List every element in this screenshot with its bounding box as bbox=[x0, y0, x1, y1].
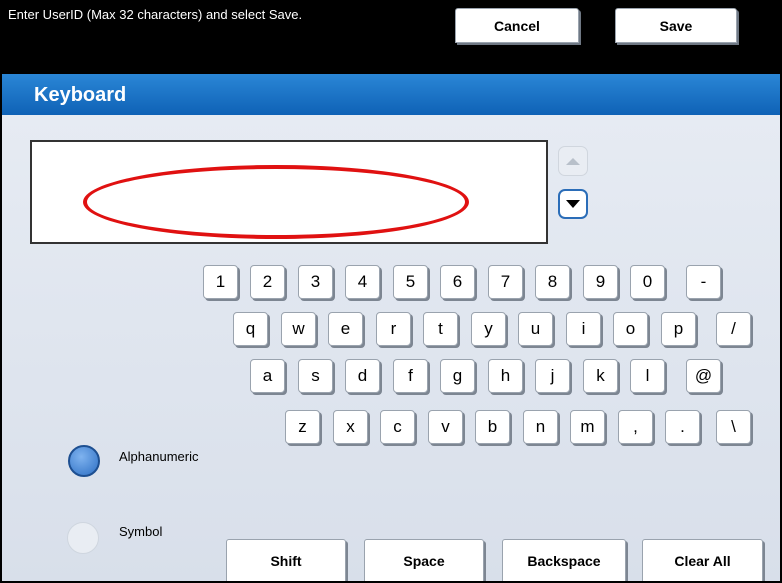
key-p[interactable]: p bbox=[661, 312, 696, 346]
key-j[interactable]: j bbox=[535, 359, 570, 393]
key-c[interactable]: c bbox=[380, 410, 415, 444]
key-l[interactable]: l bbox=[630, 359, 665, 393]
key-1[interactable]: 1 bbox=[203, 265, 238, 299]
key-s[interactable]: s bbox=[298, 359, 333, 393]
key-g[interactable]: g bbox=[440, 359, 475, 393]
key-4[interactable]: 4 bbox=[345, 265, 380, 299]
clear-all-button[interactable]: Clear All bbox=[642, 539, 763, 581]
backspace-button[interactable]: Backspace bbox=[502, 539, 626, 581]
key-slash[interactable]: / bbox=[716, 312, 751, 346]
red-highlight-ellipse bbox=[83, 165, 469, 239]
key-9[interactable]: 9 bbox=[583, 265, 618, 299]
key-r[interactable]: r bbox=[376, 312, 411, 346]
space-button[interactable]: Space bbox=[364, 539, 484, 581]
key-2[interactable]: 2 bbox=[250, 265, 285, 299]
key-7[interactable]: 7 bbox=[488, 265, 523, 299]
scroll-up-button[interactable] bbox=[558, 146, 588, 176]
key-u[interactable]: u bbox=[518, 312, 553, 346]
key-at[interactable]: @ bbox=[686, 359, 721, 393]
key-6[interactable]: 6 bbox=[440, 265, 475, 299]
key-i[interactable]: i bbox=[566, 312, 601, 346]
alphanumeric-radio[interactable] bbox=[68, 445, 100, 477]
key-backslash[interactable]: \ bbox=[716, 410, 751, 444]
key-x[interactable]: x bbox=[333, 410, 368, 444]
page-title: Keyboard bbox=[34, 84, 127, 106]
save-button[interactable]: Save bbox=[615, 8, 737, 43]
key-f[interactable]: f bbox=[393, 359, 428, 393]
key-t[interactable]: t bbox=[423, 312, 458, 346]
key-k[interactable]: k bbox=[583, 359, 618, 393]
alphanumeric-label: Alphanumeric bbox=[119, 449, 199, 464]
key-h[interactable]: h bbox=[488, 359, 523, 393]
key-y[interactable]: y bbox=[471, 312, 506, 346]
triangle-up-icon bbox=[566, 157, 580, 165]
symbol-radio[interactable] bbox=[67, 522, 99, 554]
key-a[interactable]: a bbox=[250, 359, 285, 393]
key-5[interactable]: 5 bbox=[393, 265, 428, 299]
key-z[interactable]: z bbox=[285, 410, 320, 444]
key-m[interactable]: m bbox=[570, 410, 605, 444]
key-0[interactable]: 0 bbox=[630, 265, 665, 299]
key-comma[interactable]: , bbox=[618, 410, 653, 444]
cancel-button[interactable]: Cancel bbox=[455, 8, 579, 43]
scroll-down-button[interactable] bbox=[558, 189, 588, 219]
triangle-down-icon bbox=[566, 200, 580, 208]
key-q[interactable]: q bbox=[233, 312, 268, 346]
symbol-label: Symbol bbox=[119, 524, 163, 539]
key-w[interactable]: w bbox=[281, 312, 316, 346]
key-o[interactable]: o bbox=[613, 312, 648, 346]
keyboard-screen: Enter UserID (Max 32 characters) and sel… bbox=[0, 0, 782, 583]
key-b[interactable]: b bbox=[475, 410, 510, 444]
header-bar: Keyboard bbox=[2, 74, 780, 115]
key-hyphen[interactable]: - bbox=[686, 265, 721, 299]
key-3[interactable]: 3 bbox=[298, 265, 333, 299]
key-d[interactable]: d bbox=[345, 359, 380, 393]
key-8[interactable]: 8 bbox=[535, 265, 570, 299]
key-e[interactable]: e bbox=[328, 312, 363, 346]
key-v[interactable]: v bbox=[428, 410, 463, 444]
shift-button[interactable]: Shift bbox=[226, 539, 346, 581]
key-n[interactable]: n bbox=[523, 410, 558, 444]
key-period[interactable]: . bbox=[665, 410, 700, 444]
